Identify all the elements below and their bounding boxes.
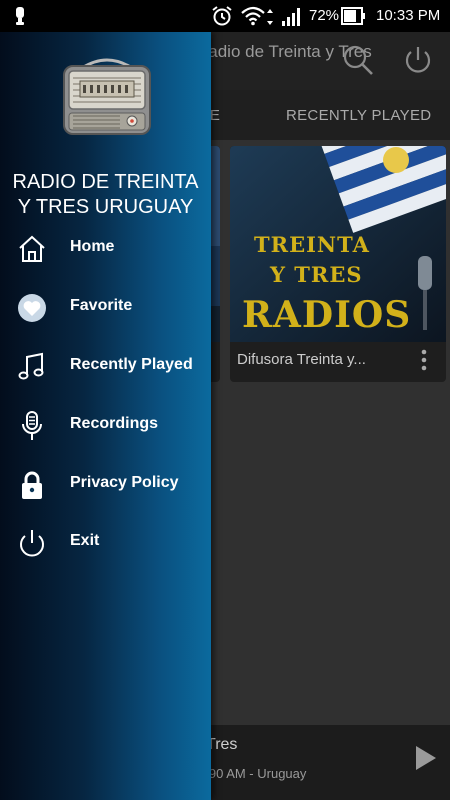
drawer-item-label: Exit [70,532,100,549]
navigation-drawer: RADIO DE TREINTA Y TRES URUGUAY Home Fav… [0,32,211,800]
lock-icon [22,471,42,499]
data-arrows-icon [267,9,273,25]
drawer-title-line-1: RADIO DE TREINTA [12,171,199,193]
card-image-text-3: RADIOS [242,294,412,336]
drawer-item-label: Home [70,238,115,255]
drawer-item-recordings[interactable]: Recordings [0,400,211,452]
status-bar: 72% 10:33 PM [0,0,450,32]
battery-percent: 72% [309,7,340,24]
music-note-icon [18,352,44,380]
power-icon [20,530,44,557]
drawer-title: RADIO DE TREINTA Y TRES URUGUAY [0,170,211,220]
more-options-icon[interactable] [419,349,429,371]
drawer-item-label: Recordings [70,415,159,432]
station-title: Difusora Treinta y... [237,351,366,368]
station-card[interactable]: TREINTA Y TRES RADIOS Difusora Treinta y… [230,146,446,382]
drawer-item-favorite[interactable]: Favorite [0,282,211,334]
drawer-item-home[interactable]: Home [0,223,211,275]
battery-icon [341,7,365,25]
drawer-item-privacy-policy[interactable]: Privacy Policy [0,459,211,511]
alarm-icon [212,6,232,26]
drawer-item-recently-played[interactable]: Recently Played [0,341,211,393]
tab-recently-played[interactable]: RECENTLY PLAYED [286,107,431,124]
drawer-title-line-2: Y TRES URUGUAY [17,196,194,218]
wifi-icon [241,6,265,26]
heart-icon [18,294,46,322]
drawer-item-label: Favorite [70,297,133,314]
notification-icon [16,7,24,25]
clock: 10:33 PM [376,7,441,24]
drawer-item-label: Recently Played [70,356,193,373]
microphone-icon [22,411,42,440]
search-icon[interactable] [341,43,375,77]
drawer-item-exit[interactable]: Exit [0,517,211,569]
radio-logo-icon [63,58,151,135]
card-image-text-2: Y TRES [270,262,363,287]
station-thumbnail: TREINTA Y TRES RADIOS [230,146,446,342]
home-icon [19,235,45,262]
signal-icon [282,8,300,26]
card-image-text-1: TREINTA [254,232,370,257]
drawer-item-label: Privacy Policy [70,474,179,491]
power-icon[interactable] [402,43,434,77]
play-icon[interactable] [414,745,438,771]
